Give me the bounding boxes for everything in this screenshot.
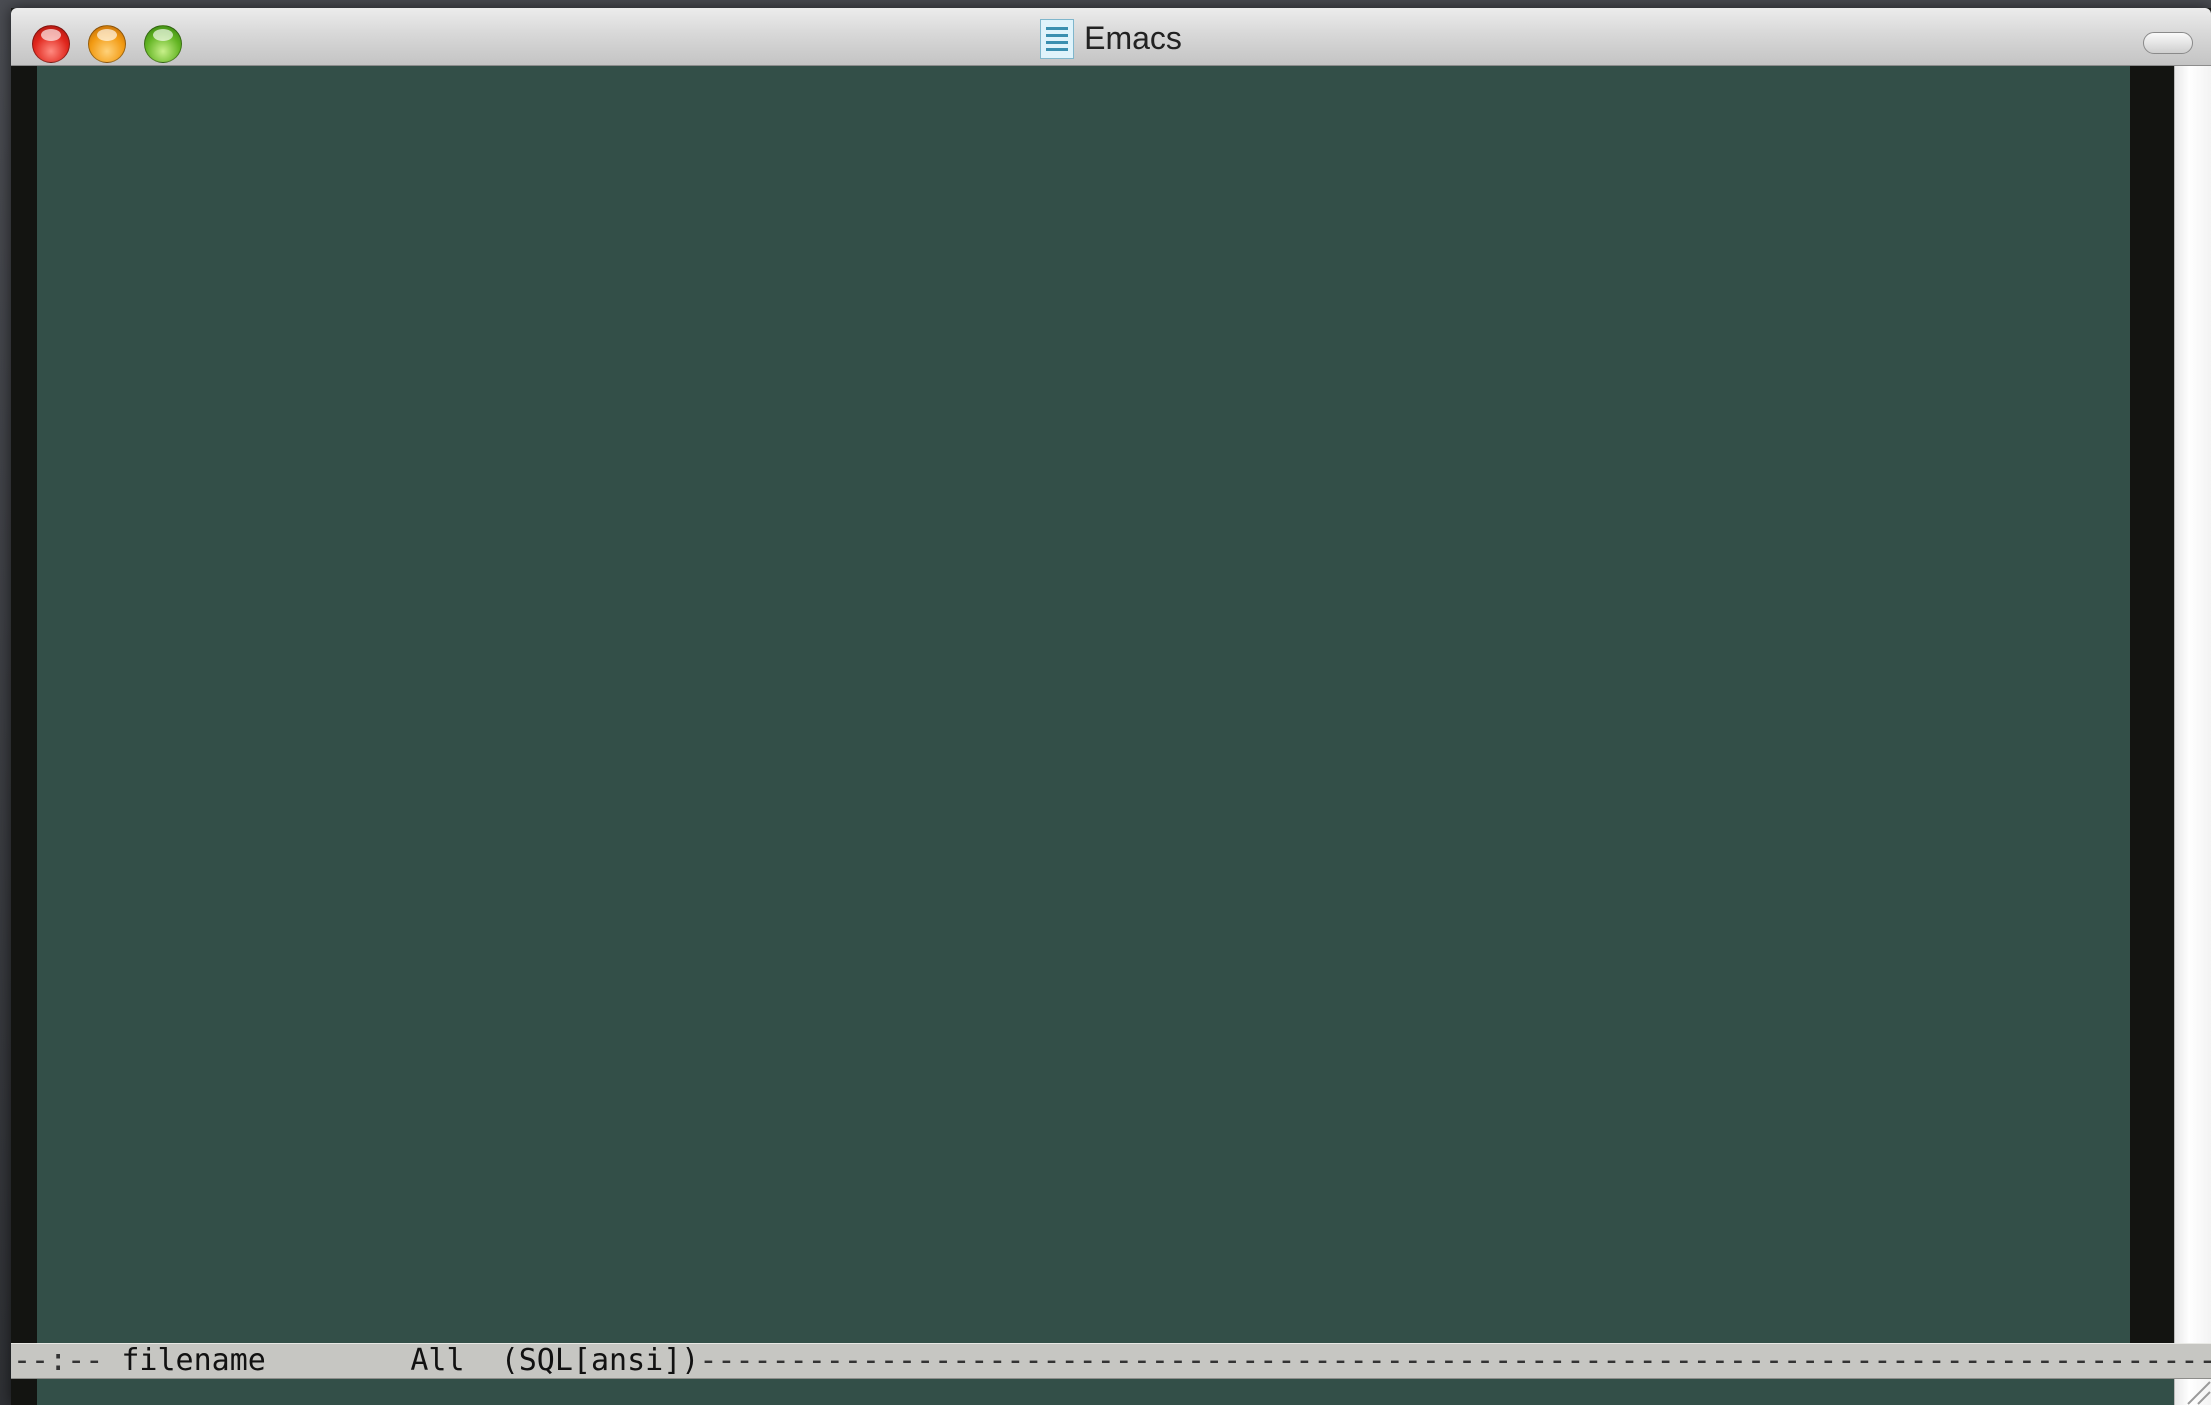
window-title: Emacs <box>1084 20 1182 56</box>
modeline-fill: ----------------------------------------… <box>699 1343 2211 1378</box>
desktop-background: Emacs --:-- filename All (SQL[ansi])----… <box>0 0 2211 1405</box>
minibuffer[interactable] <box>37 1379 2174 1405</box>
window-title-group: Emacs <box>11 8 2211 65</box>
emacs-window: Emacs --:-- filename All (SQL[ansi])----… <box>11 8 2211 1405</box>
resize-grip-icon[interactable] <box>2182 1379 2211 1405</box>
title-bar[interactable]: Emacs <box>11 8 2211 66</box>
modeline-major-mode[interactable]: (SQL[ansi]) <box>501 1344 700 1378</box>
modeline-status: --:-- <box>13 1343 104 1378</box>
toolbar-toggle-button[interactable] <box>2143 32 2193 54</box>
modeline-buffer-name[interactable]: filename <box>121 1344 266 1378</box>
vertical-scrollbar[interactable] <box>2174 66 2211 1405</box>
right-fringe <box>2130 66 2174 1343</box>
left-fringe <box>11 66 37 1405</box>
mode-line[interactable]: --:-- filename All (SQL[ansi])----------… <box>11 1343 2211 1379</box>
modeline-position: All <box>410 1343 465 1378</box>
editor-text-area[interactable] <box>37 66 2130 1343</box>
document-icon <box>1040 18 1075 59</box>
